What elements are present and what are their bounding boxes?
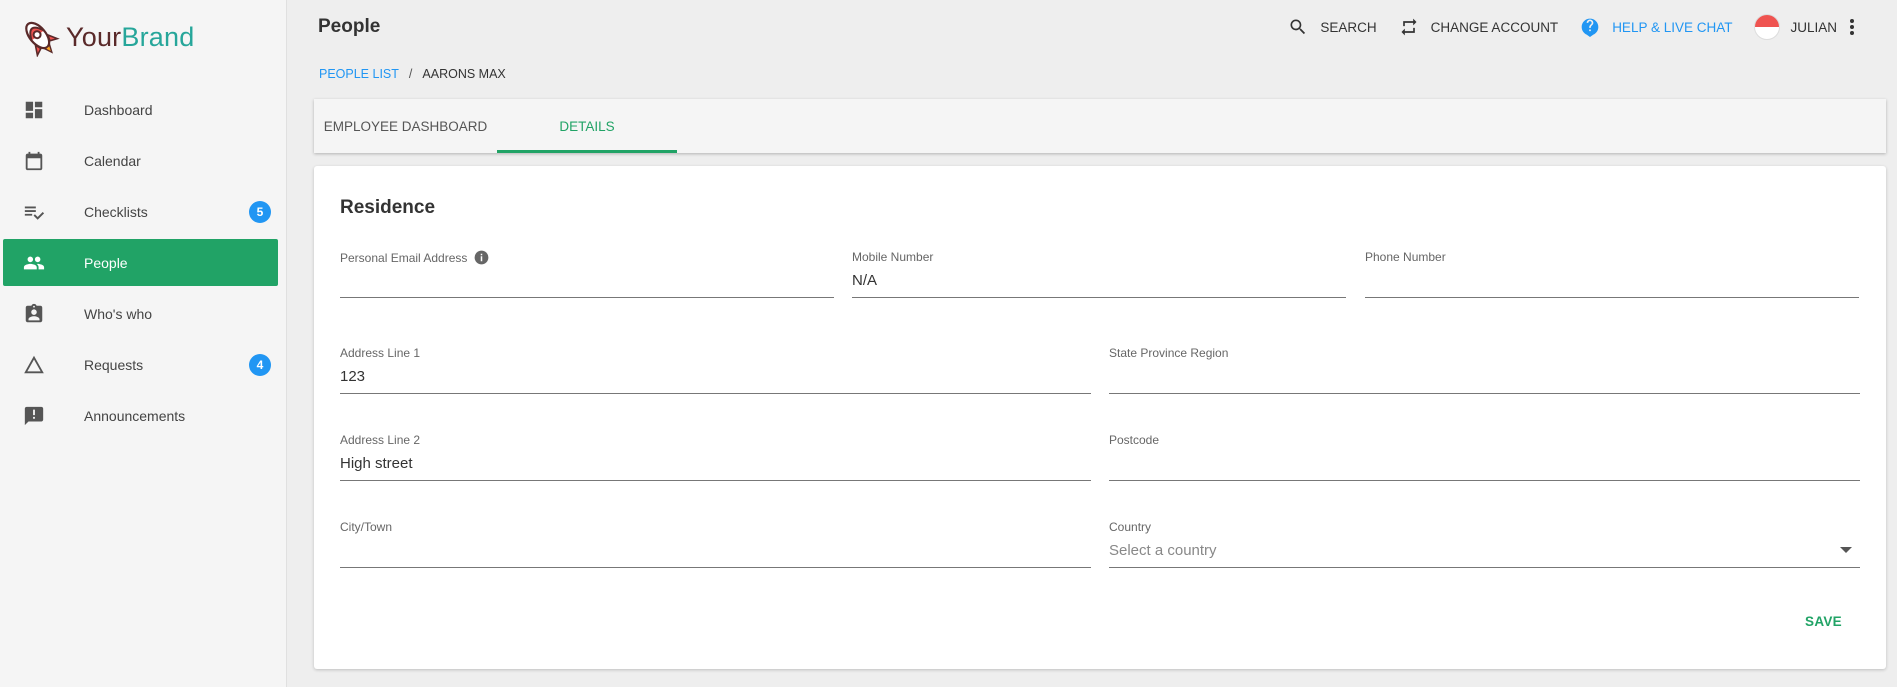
triangle-icon bbox=[24, 355, 44, 374]
swap-icon bbox=[1401, 18, 1417, 36]
sidebar-item-dashboard[interactable]: Dashboard bbox=[3, 86, 278, 133]
sidebar-item-label: Checklists bbox=[84, 203, 148, 220]
help-live-chat-button[interactable]: HELP & LIVE CHAT bbox=[1580, 17, 1732, 37]
rocket-icon bbox=[25, 21, 60, 57]
city-town-field[interactable]: City/Town bbox=[340, 520, 1091, 568]
avatar bbox=[1754, 14, 1781, 40]
mobile-number-field[interactable]: Mobile Number N/A bbox=[852, 250, 1346, 298]
breadcrumb-separator: / bbox=[408, 67, 413, 81]
info-icon[interactable] bbox=[474, 250, 489, 265]
top-toolbar: SEARCH CHANGE ACCOUNT HELP & LIVE CHAT J… bbox=[1266, 14, 1867, 40]
breadcrumb: PEOPLE LIST / AARONS MAX bbox=[319, 67, 506, 81]
postcode-field[interactable]: Postcode bbox=[1109, 433, 1860, 481]
personal-email-label: Personal Email Address bbox=[340, 250, 489, 265]
change-account-label: CHANGE ACCOUNT bbox=[1430, 19, 1559, 35]
mobile-number-label: Mobile Number bbox=[852, 250, 934, 264]
brand-name: YourBrand bbox=[66, 22, 194, 53]
sidebar-item-label: Requests bbox=[84, 356, 144, 373]
state-province-region-field[interactable]: State Province Region bbox=[1109, 346, 1860, 394]
announcement-icon bbox=[24, 406, 44, 426]
address-line-2-label: Address Line 2 bbox=[340, 433, 421, 447]
country-select-placeholder[interactable]: Select a country bbox=[1109, 542, 1217, 559]
sidebar-item-label: Dashboard bbox=[84, 101, 153, 118]
sidebar-item-calendar[interactable]: Calendar bbox=[3, 137, 278, 184]
sidebar-item-checklists[interactable]: Checklists 5 bbox=[3, 188, 278, 235]
dropdown-arrow-icon[interactable] bbox=[1840, 547, 1852, 553]
residence-card: Residence Personal Email Address Mobile … bbox=[314, 166, 1886, 669]
country-select[interactable]: Country Select a country bbox=[1109, 520, 1860, 568]
sidebar-item-people[interactable]: People bbox=[3, 239, 278, 286]
dashboard-icon bbox=[25, 101, 43, 119]
breadcrumb-current: AARONS MAX bbox=[422, 67, 506, 81]
calendar-icon bbox=[25, 151, 43, 171]
more-vert-icon[interactable] bbox=[1849, 18, 1855, 36]
tab-employee-dashboard[interactable]: EMPLOYEE DASHBOARD bbox=[314, 99, 497, 153]
sidebar-item-label: Calendar bbox=[84, 152, 141, 169]
search-button[interactable]: SEARCH bbox=[1288, 17, 1377, 37]
save-button[interactable]: SAVE bbox=[1805, 614, 1842, 629]
brand-logo[interactable]: YourBrand bbox=[18, 17, 194, 57]
phone-number-field[interactable]: Phone Number bbox=[1365, 250, 1859, 298]
tab-bar: EMPLOYEE DASHBOARD DETAILS bbox=[314, 99, 1886, 153]
sidebar-item-requests[interactable]: Requests 4 bbox=[3, 341, 278, 388]
requests-count-badge: 4 bbox=[249, 353, 271, 376]
sidebar-item-label: People bbox=[84, 254, 128, 271]
postcode-label: Postcode bbox=[1109, 433, 1160, 447]
checklist-icon bbox=[24, 206, 45, 220]
mobile-number-input[interactable]: N/A bbox=[852, 272, 877, 289]
help-live-chat-label: HELP & LIVE CHAT bbox=[1612, 19, 1733, 35]
brand-name-part2: Brand bbox=[121, 21, 195, 52]
help-icon bbox=[1581, 18, 1599, 37]
sidebar-nav: Dashboard Calendar Checklists 5 People W… bbox=[3, 86, 278, 443]
address-line-1-field[interactable]: Address Line 1 123 bbox=[340, 346, 1091, 394]
personal-email-field[interactable]: Personal Email Address bbox=[340, 250, 834, 298]
search-label: SEARCH bbox=[1320, 19, 1377, 35]
change-account-button[interactable]: CHANGE ACCOUNT bbox=[1399, 17, 1559, 37]
sidebar-item-whos-who[interactable]: Who's who bbox=[3, 290, 278, 337]
address-line-2-field[interactable]: Address Line 2 High street bbox=[340, 433, 1091, 481]
sidebar-item-label: Announcements bbox=[84, 407, 186, 424]
sidebar-item-label: Who's who bbox=[84, 305, 153, 322]
brand-name-part1: Your bbox=[66, 21, 122, 52]
city-town-label: City/Town bbox=[340, 520, 393, 534]
address-line-1-label: Address Line 1 bbox=[340, 346, 421, 360]
people-icon bbox=[23, 256, 45, 270]
checklists-count-badge: 5 bbox=[249, 200, 271, 223]
tab-details[interactable]: DETAILS bbox=[497, 99, 677, 153]
address-line-2-input[interactable]: High street bbox=[340, 455, 413, 472]
address-line-1-input[interactable]: 123 bbox=[340, 368, 365, 385]
page-title: People bbox=[318, 16, 381, 37]
personal-email-label-text: Personal Email Address bbox=[340, 250, 468, 265]
user-name: JULIAN bbox=[1790, 19, 1837, 35]
search-icon bbox=[1290, 19, 1306, 35]
contact-badge-icon bbox=[25, 303, 43, 323]
section-title: Residence bbox=[340, 197, 436, 218]
sidebar-item-announcements[interactable]: Announcements bbox=[3, 392, 278, 439]
phone-number-label: Phone Number bbox=[1365, 250, 1446, 264]
country-label: Country bbox=[1109, 520, 1152, 534]
user-menu[interactable]: JULIAN bbox=[1754, 14, 1867, 40]
sidebar: YourBrand Dashboard Calendar Checklists … bbox=[0, 0, 287, 687]
breadcrumb-people-list-link[interactable]: PEOPLE LIST bbox=[319, 67, 399, 81]
state-province-region-label: State Province Region bbox=[1109, 346, 1229, 360]
